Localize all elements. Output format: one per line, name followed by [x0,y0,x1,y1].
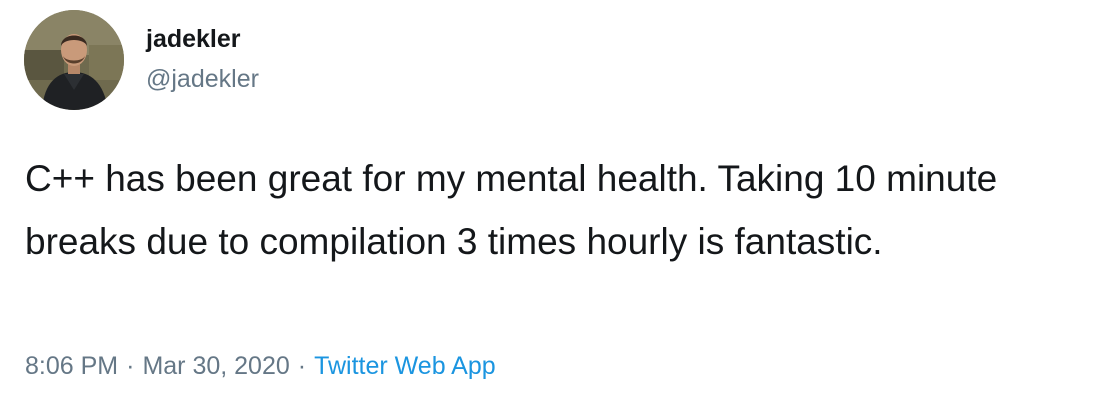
tweet-metadata: 8:06 PM · Mar 30, 2020 · Twitter Web App [25,350,496,382]
tweet-text: C++ has been great for my mental health.… [25,158,998,262]
tweet-source-link[interactable]: Twitter Web App [314,352,496,380]
meta-separator: · [297,352,307,380]
tweet-card: jadekler @jadekler C++ has been great fo… [0,0,1114,406]
tweet-date[interactable]: Mar 30, 2020 [142,352,289,380]
tweet-time[interactable]: 8:06 PM [25,352,118,380]
author-handle[interactable]: @jadekler [146,64,259,94]
avatar[interactable] [24,10,124,110]
meta-separator: · [126,352,135,380]
user-photo-avatar-icon [24,10,124,110]
author-display-name[interactable]: jadekler [146,24,241,54]
